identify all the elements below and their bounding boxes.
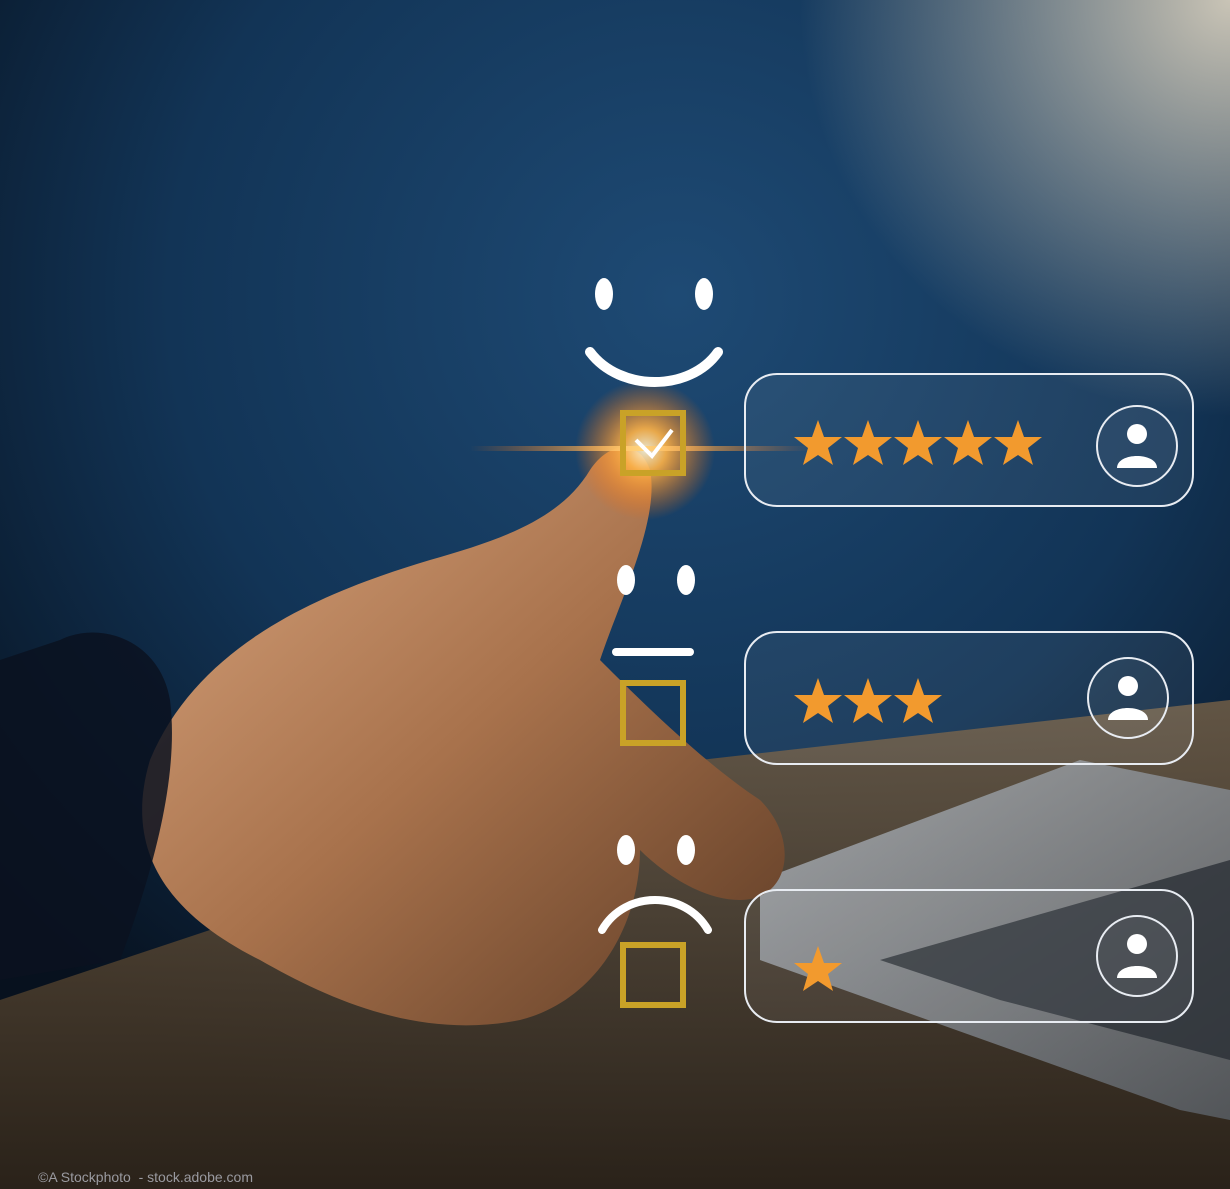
photo-credit: ©A Stockphoto - stock.adobe.com [38,1169,253,1185]
happy-face-icon [585,278,723,387]
checkbox-sad[interactable] [620,942,686,1008]
sad-face-icon [598,835,712,934]
feedback-overlay [585,278,1194,1023]
rating-panel-3 [744,631,1194,765]
checkmark-icon [634,428,674,460]
checkbox-neutral[interactable] [620,680,686,746]
checkbox-happy[interactable] [620,410,686,476]
user-icon [1096,915,1178,997]
rating-panel-1 [744,889,1194,1023]
neutral-face-icon [612,565,695,656]
user-icon [1087,657,1169,739]
user-icon [1096,405,1178,487]
rating-panel-5 [744,373,1194,507]
